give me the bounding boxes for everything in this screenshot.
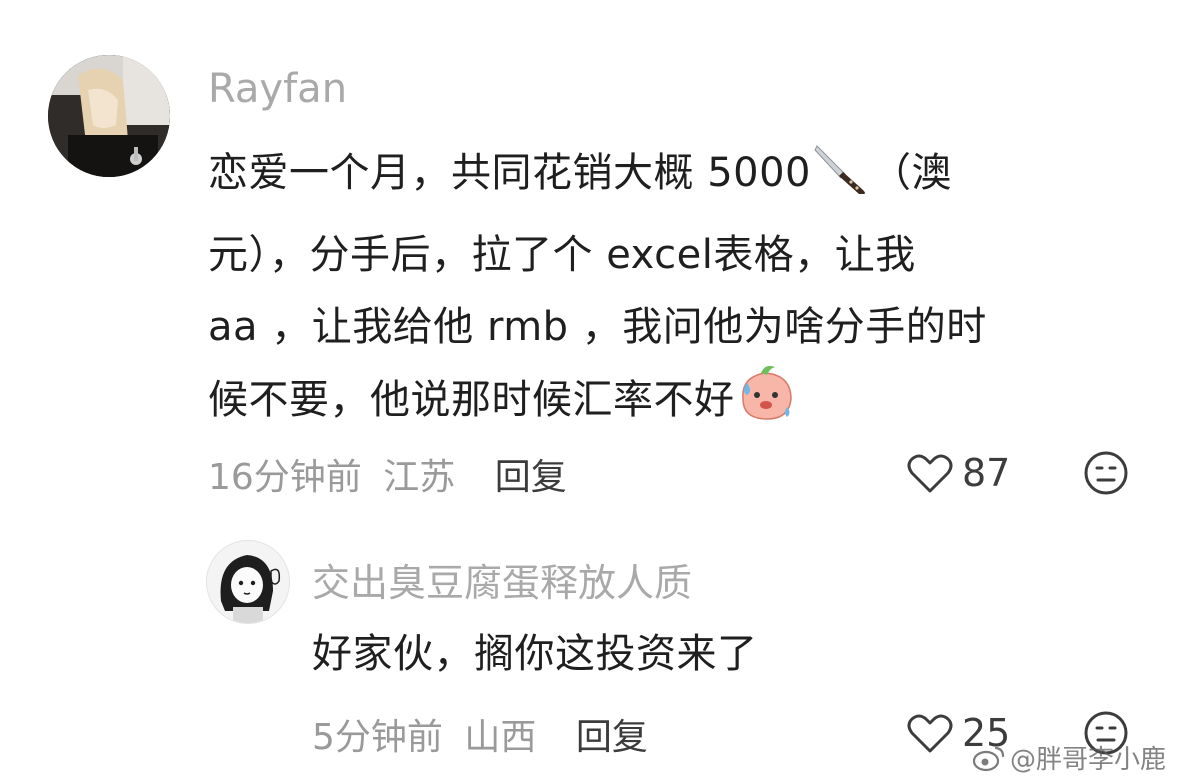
heart-icon <box>907 714 953 753</box>
avatar[interactable] <box>48 55 170 177</box>
comment-line: 恋爱一个月，共同花销大概 5000 （澳 <box>208 136 1108 219</box>
neutral-face-icon <box>1084 451 1128 495</box>
like-button[interactable]: 87 <box>906 448 1010 498</box>
reply-text: 好家伙，搁你这投资来了 <box>312 631 758 677</box>
heart-icon <box>907 454 953 493</box>
weibo-logo-icon <box>972 746 1005 771</box>
comment-line: 元），分手后，拉了个 excel表格，让我 <box>208 232 916 278</box>
comment-text: 恋爱一个月，共同花销大概 5000 （澳 元），分手后，拉了个 excel表格，… <box>208 136 1108 446</box>
comment-line: 候不要，他说那时候汇率不好 <box>208 363 1108 446</box>
comment-meta: 16分钟前 江苏 回复 <box>208 448 567 500</box>
knife-icon <box>811 136 871 219</box>
reply-location: 山西 <box>464 717 537 758</box>
dislike-button[interactable] <box>1083 450 1129 500</box>
watermark-text: @胖哥李小鹿 <box>1009 745 1166 775</box>
comment-username[interactable]: Rayfan <box>208 66 347 112</box>
reply-username[interactable]: 交出臭豆腐蛋释放人质 <box>312 552 692 607</box>
reply-button[interactable]: 回复 <box>495 457 567 498</box>
reply-meta: 5分钟前 山西 回复 <box>312 708 648 760</box>
reply-time: 5分钟前 <box>312 717 443 758</box>
reply-button[interactable]: 回复 <box>576 717 648 758</box>
comment-time: 16分钟前 <box>208 457 362 498</box>
sweating-peach-emoji-icon <box>735 363 797 446</box>
watermark: @胖哥李小鹿 <box>972 739 1166 776</box>
comment-line: aa ，让我给他 rmb ，我问他为啥分手的时 <box>208 304 987 350</box>
comment-thread: Rayfan 恋爱一个月，共同花销大概 5000 （澳 元），分手后，拉了个 e… <box>0 0 1178 782</box>
avatar-photo-woman-icon <box>48 55 170 177</box>
avatar[interactable] <box>206 540 290 624</box>
like-count: 87 <box>962 451 1011 495</box>
comment-location: 江苏 <box>383 457 456 498</box>
avatar-cartoon-girl-icon <box>207 541 289 623</box>
